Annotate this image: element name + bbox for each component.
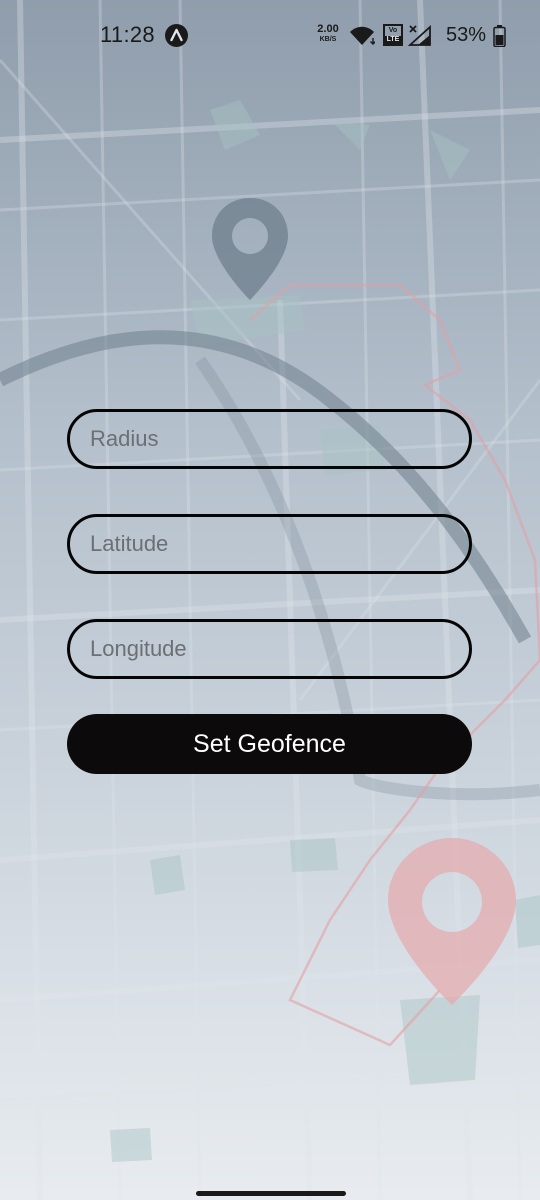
battery-percent: 53% — [446, 24, 487, 46]
radius-input[interactable] — [67, 409, 472, 469]
longitude-input[interactable] — [67, 619, 472, 679]
network-speed-unit: KB/S — [319, 36, 337, 43]
map-pin-bottom — [388, 838, 516, 1005]
status-bar: 11:28 2.00 KB/S Vo LTE 53% — [0, 0, 540, 72]
network-speed-value: 2.00 — [317, 23, 339, 35]
wifi-icon — [349, 26, 376, 51]
set-geofence-button[interactable]: Set Geofence — [67, 714, 472, 774]
geofence-form: Set Geofence — [67, 409, 472, 774]
volte-label: Vo — [388, 27, 398, 34]
volte-icon: Vo LTE — [383, 24, 403, 46]
cellular-signal-icon — [407, 24, 432, 51]
lte-label: LTE — [384, 36, 402, 44]
status-time: 11:28 — [100, 22, 155, 47]
battery-icon — [493, 25, 506, 52]
latitude-input[interactable] — [67, 514, 472, 574]
map-pin-top — [212, 198, 288, 300]
network-speed: 2.00 KB/S — [313, 23, 343, 44]
navigation-arrow-icon — [165, 24, 188, 47]
home-indicator[interactable] — [196, 1191, 346, 1196]
